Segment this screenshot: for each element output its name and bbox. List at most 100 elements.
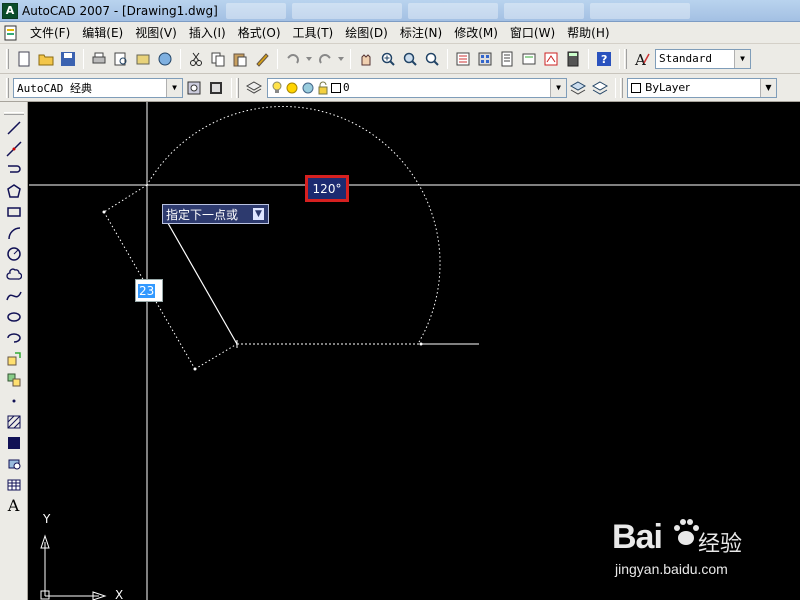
- length-input-field[interactable]: 23: [135, 279, 163, 302]
- text-style-icon[interactable]: A: [631, 48, 653, 70]
- undo-icon[interactable]: [282, 48, 304, 70]
- polygon-icon[interactable]: [3, 180, 25, 201]
- text-style-select[interactable]: Standard ▼: [655, 48, 751, 69]
- menu-file[interactable]: 文件(F): [24, 23, 76, 43]
- menu-dimension[interactable]: 标注(N): [394, 23, 448, 43]
- rectangle-icon[interactable]: [3, 201, 25, 222]
- toolbar-grip[interactable]: [236, 77, 239, 98]
- lightbulb-icon: [272, 81, 282, 93]
- document-icon[interactable]: [2, 24, 20, 42]
- print-icon[interactable]: [88, 48, 110, 70]
- my-workspace-icon[interactable]: [205, 77, 227, 99]
- dimension-extension-line: [103, 184, 148, 213]
- menu-modify[interactable]: 修改(M): [448, 23, 504, 43]
- line-icon[interactable]: [3, 117, 25, 138]
- background-tab[interactable]: [589, 2, 690, 19]
- markup-icon[interactable]: [540, 48, 562, 70]
- hatch-icon[interactable]: [3, 411, 25, 432]
- make-block-icon[interactable]: [3, 369, 25, 390]
- chevron-down-icon[interactable]: ▼: [760, 78, 776, 97]
- region-icon[interactable]: [3, 453, 25, 474]
- multiline-text-icon[interactable]: A: [3, 495, 25, 516]
- rubber-band-line: [164, 217, 238, 345]
- layers-toolbar: AutoCAD 经典 ▼ 0 ▼ ByLayer ▼: [0, 74, 800, 102]
- calculator-icon[interactable]: [562, 48, 584, 70]
- tool-palettes-icon[interactable]: [496, 48, 518, 70]
- insert-block-icon[interactable]: [3, 348, 25, 369]
- save-icon[interactable]: [57, 48, 79, 70]
- circle-icon[interactable]: [3, 243, 25, 264]
- redo-dropdown-icon[interactable]: [336, 48, 346, 70]
- cut-icon[interactable]: [185, 48, 207, 70]
- menu-draw[interactable]: 绘图(D): [339, 23, 394, 43]
- workspace-settings-icon[interactable]: [183, 77, 205, 99]
- point-icon[interactable]: [3, 390, 25, 411]
- color-select[interactable]: ByLayer ▼: [627, 77, 777, 98]
- spline-icon[interactable]: [3, 285, 25, 306]
- toolbar-grip[interactable]: [6, 77, 9, 98]
- new-file-icon[interactable]: [13, 48, 35, 70]
- toolbar-grip[interactable]: [6, 48, 9, 69]
- revision-cloud-icon[interactable]: [3, 264, 25, 285]
- layer-manager-icon[interactable]: [243, 77, 265, 99]
- publish-icon[interactable]: [132, 48, 154, 70]
- dynamic-input-prompt: 指定下一点或 ▼: [162, 204, 269, 224]
- ellipse-icon[interactable]: [3, 306, 25, 327]
- copy-icon[interactable]: [207, 48, 229, 70]
- print-preview-icon[interactable]: [110, 48, 132, 70]
- down-arrow-icon[interactable]: ▼: [253, 208, 264, 220]
- menu-tools[interactable]: 工具(T): [287, 23, 340, 43]
- undo-dropdown-icon[interactable]: [304, 48, 314, 70]
- toolbar-grip[interactable]: [624, 48, 627, 69]
- design-center-icon[interactable]: [474, 48, 496, 70]
- open-folder-icon[interactable]: [35, 48, 57, 70]
- viewport-freeze-icon: [302, 82, 314, 93]
- watermark-brand: 经验: [698, 532, 743, 557]
- zoom-previous-icon[interactable]: [421, 48, 443, 70]
- standard-toolbar: ? A Standard ▼: [0, 44, 800, 74]
- sun-icon: [286, 82, 298, 93]
- menu-bar: 文件(F) 编辑(E) 视图(V) 插入(I) 格式(O) 工具(T) 绘图(D…: [0, 22, 800, 44]
- layer-previous-icon[interactable]: [589, 77, 611, 99]
- arc-end-tick: [419, 342, 423, 346]
- zoom-window-icon[interactable]: [399, 48, 421, 70]
- baidu-jingyan-watermark: Bai 经验 jingyan.baidu.com: [612, 510, 797, 590]
- gradient-icon[interactable]: [3, 432, 25, 453]
- table-icon[interactable]: [3, 474, 25, 495]
- paste-icon[interactable]: [229, 48, 251, 70]
- watermark-logo: Bai: [612, 518, 663, 556]
- toolbar-grip[interactable]: [3, 112, 24, 115]
- menu-insert[interactable]: 插入(I): [183, 23, 232, 43]
- chevron-down-icon[interactable]: ▼: [166, 78, 182, 97]
- sheet-set-icon[interactable]: [518, 48, 540, 70]
- pan-icon[interactable]: [355, 48, 377, 70]
- toolbar-grip[interactable]: [620, 77, 623, 98]
- menu-edit[interactable]: 编辑(E): [76, 23, 129, 43]
- construction-line-icon[interactable]: [3, 138, 25, 159]
- angle-input-field[interactable]: 120°: [305, 175, 349, 202]
- help-icon[interactable]: ?: [593, 48, 615, 70]
- background-tab[interactable]: [291, 2, 402, 19]
- zoom-realtime-icon[interactable]: [377, 48, 399, 70]
- prompt-text: 指定下一点或: [166, 207, 239, 222]
- layer-select[interactable]: 0 ▼: [267, 77, 567, 98]
- workspace-select[interactable]: AutoCAD 经典 ▼: [13, 77, 183, 98]
- menu-window[interactable]: 窗口(W): [504, 23, 561, 43]
- chevron-down-icon[interactable]: ▼: [734, 49, 750, 68]
- properties-icon[interactable]: [452, 48, 474, 70]
- chevron-down-icon[interactable]: ▼: [550, 78, 566, 97]
- menu-format[interactable]: 格式(O): [232, 23, 287, 43]
- ellipse-arc-icon[interactable]: [3, 327, 25, 348]
- polyline-icon[interactable]: [3, 159, 25, 180]
- 3d-dwf-icon[interactable]: [154, 48, 176, 70]
- make-object-layer-current-icon[interactable]: [567, 77, 589, 99]
- match-properties-icon[interactable]: [251, 48, 273, 70]
- arc-icon[interactable]: [3, 222, 25, 243]
- background-tab[interactable]: [225, 2, 286, 19]
- background-tab[interactable]: [503, 2, 584, 19]
- menu-view[interactable]: 视图(V): [129, 23, 183, 43]
- background-tab[interactable]: [407, 2, 498, 19]
- menu-help[interactable]: 帮助(H): [561, 23, 615, 43]
- polar-tracking-arc: [146, 105, 441, 343]
- redo-icon[interactable]: [314, 48, 336, 70]
